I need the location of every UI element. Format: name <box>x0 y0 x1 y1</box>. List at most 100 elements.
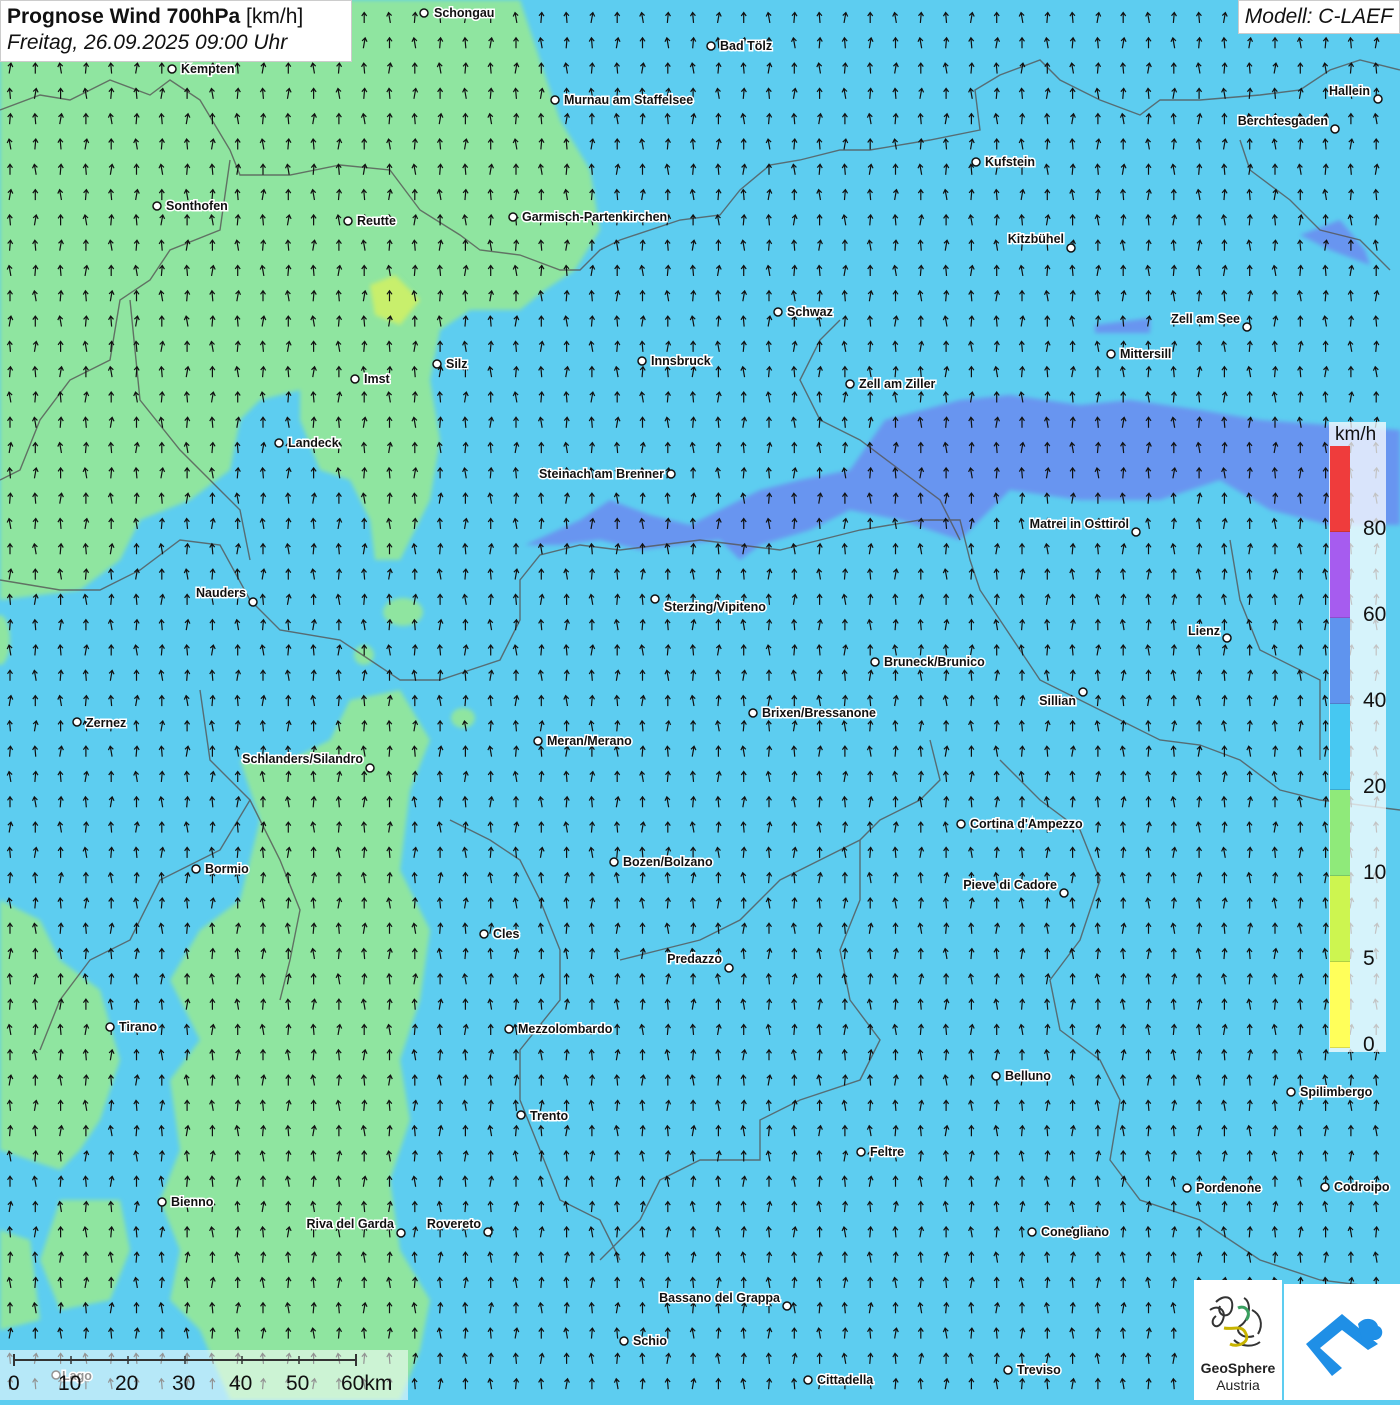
city-dot <box>508 212 518 222</box>
city-dot <box>724 963 734 973</box>
city-dot <box>343 216 353 226</box>
scale-label-50: 50 <box>286 1372 310 1395</box>
city-label: Brixen/Bressanone <box>762 706 876 720</box>
map-title-box: Prognose Wind 700hPa [km/h] Freitag, 26.… <box>0 0 352 62</box>
legend-label: 20 <box>1363 775 1387 798</box>
legend-segment <box>1330 704 1350 790</box>
city-dot <box>1286 1087 1296 1097</box>
city-dot <box>991 1071 1001 1081</box>
legend-segment <box>1330 532 1350 618</box>
app-logo-icon <box>1306 1314 1383 1376</box>
wind-arrows <box>6 11 1380 1390</box>
scale-label-20: 20 <box>115 1372 139 1395</box>
city-label: Mittersill <box>1120 347 1171 361</box>
city-label: Rovereto <box>427 1217 482 1231</box>
geosphere-logo-icon <box>1209 1296 1262 1347</box>
city-dot <box>637 356 647 366</box>
city-label: Bozen/Bolzano <box>623 855 713 869</box>
legend-segment <box>1330 962 1350 1048</box>
city-dot <box>748 708 758 718</box>
city-label: Meran/Merano <box>547 734 632 748</box>
legend-label: 0 <box>1363 1033 1375 1056</box>
city-dot <box>856 1147 866 1157</box>
city-label: Schlanders/Silandro <box>242 752 363 766</box>
city-label: Imst <box>364 372 391 386</box>
city-label: Bad Tölz <box>720 39 772 53</box>
city-dot <box>419 8 429 18</box>
city-dot <box>1066 243 1076 253</box>
city-label: Innsbruck <box>651 354 711 368</box>
city-dot <box>72 717 82 727</box>
city-dot <box>274 438 284 448</box>
legend-segment <box>1330 618 1350 704</box>
city-label: Sonthofen <box>166 199 228 213</box>
city-label: Sillian <box>1039 694 1076 708</box>
geosphere-logo[interactable]: GeoSphere Austria <box>1194 1280 1282 1400</box>
city-dot <box>1027 1227 1037 1237</box>
city-dot <box>1330 124 1340 134</box>
city-dot <box>550 95 560 105</box>
city-dot <box>504 1024 514 1034</box>
logo-subname: Austria <box>1216 1377 1260 1393</box>
city-dot <box>1003 1365 1013 1375</box>
city-label: Kufstein <box>985 155 1035 169</box>
city-dot <box>845 379 855 389</box>
city-label: Treviso <box>1017 1363 1061 1377</box>
city-label: Steinach am Brenner <box>539 467 664 481</box>
city-label: Cortina d'Ampezzo <box>970 817 1083 831</box>
city-dot <box>1373 94 1383 104</box>
scale-label-60: 60km <box>341 1372 393 1395</box>
city-label: Sterzing/Vipiteno <box>664 600 766 614</box>
city-dot <box>365 763 375 773</box>
logo-name: GeoSphere <box>1200 1360 1276 1376</box>
map-title-main: Prognose Wind 700hPa <box>7 5 241 28</box>
city-dot <box>956 819 966 829</box>
legend-label: 80 <box>1363 517 1387 540</box>
forecast-datetime: Freitag, 26.09.2025 09:00 Uhr <box>7 31 288 54</box>
city-dot <box>870 657 880 667</box>
city-label: Kitzbühel <box>1008 232 1064 246</box>
city-label: Conegliano <box>1041 1225 1109 1239</box>
city-dot <box>479 929 489 939</box>
city-label: Predazzo <box>667 952 722 966</box>
city-dot <box>1106 349 1116 359</box>
city-dot <box>248 597 258 607</box>
city-dot <box>609 857 619 867</box>
city-label: Mezzolombardo <box>518 1022 613 1036</box>
city-dot <box>152 201 162 211</box>
city-dot <box>157 1197 167 1207</box>
city-label: Tirano <box>119 1020 157 1034</box>
city-label: Hallein <box>1329 84 1370 98</box>
city-dot <box>1242 322 1252 332</box>
scale-bar: 0 10 20 30 40 50 60km <box>0 1350 408 1400</box>
city-label: Zell am Ziller <box>859 377 936 391</box>
city-label: Zell am See <box>1171 312 1240 326</box>
city-dot <box>350 374 360 384</box>
wind-map: Schongau Bad Tölz Kempten Murnau am Staffel… <box>0 0 1400 1400</box>
city-dot <box>782 1301 792 1311</box>
legend-unit: km/h <box>1335 424 1377 445</box>
city-dot <box>483 1227 493 1237</box>
city-label: Schongau <box>434 6 494 20</box>
city-dot <box>666 469 676 479</box>
city-label: Feltre <box>870 1145 904 1159</box>
city-dot <box>706 41 716 51</box>
city-dot <box>396 1228 406 1238</box>
city-label: Reutte <box>357 214 396 228</box>
city-label: Codroipo <box>1334 1180 1390 1194</box>
city-dot <box>516 1110 526 1120</box>
city-dot <box>1078 687 1088 697</box>
city-dot <box>1059 888 1069 898</box>
legend-label: 40 <box>1363 689 1387 712</box>
city-dot <box>1131 527 1141 537</box>
city-dot <box>533 736 543 746</box>
map-title: Prognose Wind 700hPa [km/h] <box>7 5 345 29</box>
map-title-unit: [km/h] <box>246 5 304 28</box>
city-label: Bassano del Grappa <box>659 1291 781 1305</box>
app-logo[interactable] <box>1284 1284 1400 1400</box>
city-label: Cles <box>493 927 519 941</box>
city-label: Bienno <box>171 1195 214 1209</box>
city-label: Schwaz <box>787 305 833 319</box>
city-dot <box>619 1336 629 1346</box>
city-label: Matrei in Osttirol <box>1030 517 1129 531</box>
